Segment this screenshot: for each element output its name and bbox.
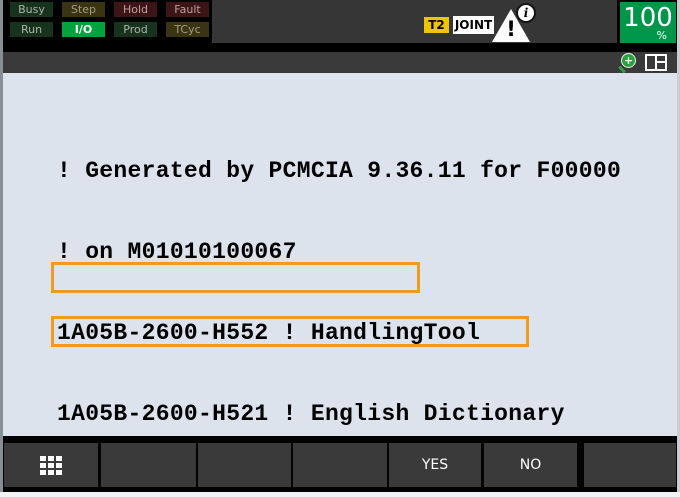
status-led-fault: Fault (166, 2, 209, 17)
icon-toolbar: + (3, 52, 677, 73)
split-horizontal-divider (655, 61, 665, 63)
status-led-prod: Prod (114, 22, 157, 37)
highlight-box-karel (51, 262, 420, 293)
speed-value: 100 (620, 5, 676, 32)
highlight-box-user-socket-msg (51, 316, 529, 347)
fkey-f7-button[interactable] (584, 443, 676, 487)
speed-unit: % (657, 29, 667, 42)
fkey-menu-button[interactable] (4, 443, 98, 487)
info-badge-icon: i (516, 3, 536, 23)
alarm-warning-icon[interactable]: ! i (492, 5, 536, 42)
status-bar: Busy Step Hold Fault Run I/O Prod TCyc T… (3, 0, 677, 43)
menu-grid-icon (40, 456, 62, 475)
status-led-io: I/O (62, 22, 105, 37)
function-key-bar: YES NO (3, 436, 677, 492)
fkey-f2-button[interactable] (101, 443, 196, 487)
status-bar-panel (212, 0, 617, 43)
status-led-tcyc: TCyc (166, 22, 209, 37)
magnifier-lens: + (622, 54, 635, 67)
terminal-output: ! Generated by PCMCIA 9.36.11 for F00000… (3, 73, 677, 436)
fkey-f3-button[interactable] (198, 443, 291, 487)
status-led-step: Step (62, 2, 105, 17)
status-led-busy: Busy (10, 2, 53, 17)
terminal-line: 1A05B-2600-H521 ! English Dictionary (57, 401, 677, 428)
status-led-run: Run (10, 22, 53, 37)
status-led-grid: Busy Step Hold Fault Run I/O Prod TCyc (10, 2, 209, 37)
fkey-f4-button[interactable] (293, 443, 387, 487)
window-border-bottom (0, 492, 680, 497)
coord-system-badge: JOINT (453, 16, 494, 34)
speed-override-display: 100 % (620, 2, 676, 43)
split-screen-icon[interactable] (645, 54, 667, 71)
mode-badge-t2: T2 (424, 17, 449, 33)
terminal-line: ! Generated by PCMCIA 9.36.11 for F00000 (57, 158, 677, 185)
teach-pendant-screen: Busy Step Hold Fault Run I/O Prod TCyc T… (0, 0, 680, 497)
window-border-left (0, 0, 3, 497)
status-led-hold: Hold (114, 2, 157, 17)
fkey-no-button[interactable]: NO (484, 443, 577, 487)
fkey-yes-button[interactable]: YES (389, 443, 481, 487)
zoom-in-icon[interactable]: + (618, 54, 635, 71)
